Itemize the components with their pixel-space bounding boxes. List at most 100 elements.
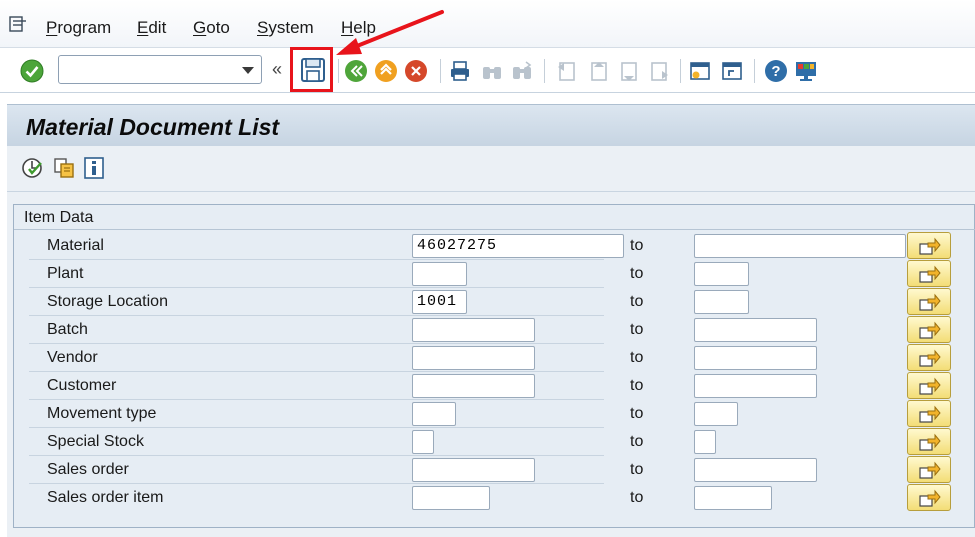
row-label: Customer <box>47 377 117 394</box>
row-label: Movement type <box>47 405 157 422</box>
chevron-down-icon[interactable] <box>242 67 254 74</box>
multiple-selection-button[interactable] <box>907 232 951 259</box>
special-stock-to-field[interactable] <box>694 430 716 454</box>
first-page-icon <box>558 62 575 81</box>
to-label: to <box>630 461 644 478</box>
menu-edit[interactable]: Edit <box>137 18 166 38</box>
to-label: to <box>630 237 644 254</box>
copy-variant-icon[interactable] <box>53 157 75 179</box>
print-icon[interactable] <box>448 59 472 83</box>
sales-order-item-from-field[interactable] <box>412 486 490 510</box>
selection-row-batch: Batch to <box>29 316 974 344</box>
to-label: to <box>630 433 644 450</box>
vendor-to-field[interactable] <box>694 346 817 370</box>
exit-icon[interactable] <box>374 59 398 83</box>
multiple-selection-button[interactable] <box>907 372 951 399</box>
svg-text:?: ? <box>771 63 780 80</box>
command-input[interactable] <box>63 59 233 80</box>
selection-row-sales-order: Sales order to <box>29 456 974 484</box>
multiple-selection-icon <box>919 489 941 507</box>
multiple-selection-button[interactable] <box>907 400 951 427</box>
info-icon[interactable] <box>83 157 105 179</box>
selection-row-special-stock: Special Stock to <box>29 428 974 456</box>
row-label: Sales order item <box>47 489 164 506</box>
back-icon[interactable] <box>344 59 368 83</box>
menu-system[interactable]: System <box>257 18 314 38</box>
selection-row-customer: Customer to <box>29 372 974 400</box>
toolbar-separator <box>680 59 681 83</box>
last-page-icon <box>651 62 668 81</box>
to-label: to <box>630 321 644 338</box>
multiple-selection-button[interactable] <box>907 316 951 343</box>
multiple-selection-icon <box>919 293 941 311</box>
special-stock-from-field[interactable] <box>412 430 434 454</box>
to-label: to <box>630 293 644 310</box>
menu-exit-icon[interactable] <box>9 16 27 32</box>
sales-order-item-to-field[interactable] <box>694 486 772 510</box>
movement-type-to-field[interactable] <box>694 402 738 426</box>
toolbar-separator <box>754 59 755 83</box>
group-divider <box>14 229 975 230</box>
customer-to-field[interactable] <box>694 374 817 398</box>
to-label: to <box>630 405 644 422</box>
multiple-selection-icon <box>919 265 941 283</box>
title-bar: Material Document List <box>7 104 975 146</box>
multiple-selection-button[interactable] <box>907 344 951 371</box>
find-icon <box>483 67 501 79</box>
row-label: Sales order <box>47 461 129 478</box>
item-data-group: Item Data Material 46027275 to Plant to … <box>13 204 975 528</box>
toolbar-separator <box>544 59 545 83</box>
batch-from-field[interactable] <box>412 318 535 342</box>
help-icon[interactable]: ? <box>764 59 788 83</box>
multiple-selection-icon <box>919 405 941 423</box>
menu-goto[interactable]: Goto <box>193 18 230 38</box>
command-field[interactable] <box>58 55 262 84</box>
row-label: Material <box>47 237 104 254</box>
enter-icon[interactable] <box>20 59 44 83</box>
application-toolbar <box>7 146 975 192</box>
sales-order-to-field[interactable] <box>694 458 817 482</box>
batch-to-field[interactable] <box>694 318 817 342</box>
collapse-command-button[interactable]: « <box>272 59 282 80</box>
cancel-icon[interactable] <box>404 59 428 83</box>
sales-order-from-field[interactable] <box>412 458 535 482</box>
selection-row-sales-order-item: Sales order item to <box>29 484 974 512</box>
selection-row-vendor: Vendor to <box>29 344 974 372</box>
material-from-field[interactable]: 46027275 <box>412 234 624 258</box>
selection-screen: Item Data Material 46027275 to Plant to … <box>7 192 975 537</box>
previous-page-icon <box>591 62 607 81</box>
multiple-selection-button[interactable] <box>907 456 951 483</box>
shortcut-icon[interactable] <box>720 59 744 83</box>
group-title: Item Data <box>24 209 94 226</box>
multiple-selection-button[interactable] <box>907 288 951 315</box>
row-label: Vendor <box>47 349 98 366</box>
selection-row-movement-type: Movement type to <box>29 400 974 428</box>
multiple-selection-icon <box>919 433 941 451</box>
multiple-selection-icon <box>919 321 941 339</box>
multiple-selection-icon <box>919 377 941 395</box>
menu-program[interactable]: Program <box>46 18 111 38</box>
vendor-from-field[interactable] <box>412 346 535 370</box>
execute-icon[interactable] <box>21 157 43 179</box>
to-label: to <box>630 377 644 394</box>
plant-to-field[interactable] <box>694 262 749 286</box>
material-to-field[interactable] <box>694 234 906 258</box>
multiple-selection-icon <box>919 349 941 367</box>
save-highlight-box <box>290 47 333 92</box>
plant-from-field[interactable] <box>412 262 467 286</box>
multiple-selection-icon <box>919 461 941 479</box>
customer-from-field[interactable] <box>412 374 535 398</box>
storage-location-from-field[interactable]: 1001 <box>412 290 467 314</box>
storage-location-to-field[interactable] <box>694 290 749 314</box>
multiple-selection-button[interactable] <box>907 428 951 455</box>
movement-type-from-field[interactable] <box>412 402 456 426</box>
selection-row-storage-location: Storage Location 1001 to <box>29 288 974 316</box>
customize-layout-icon[interactable] <box>794 59 818 83</box>
find-next-icon <box>513 61 532 79</box>
multiple-selection-button[interactable] <box>907 260 951 287</box>
create-session-icon[interactable] <box>688 59 712 83</box>
selection-row-plant: Plant to <box>29 260 974 288</box>
row-label: Plant <box>47 265 84 282</box>
multiple-selection-button[interactable] <box>907 484 951 511</box>
menu-bar: Program Edit Goto System Help <box>0 0 975 48</box>
